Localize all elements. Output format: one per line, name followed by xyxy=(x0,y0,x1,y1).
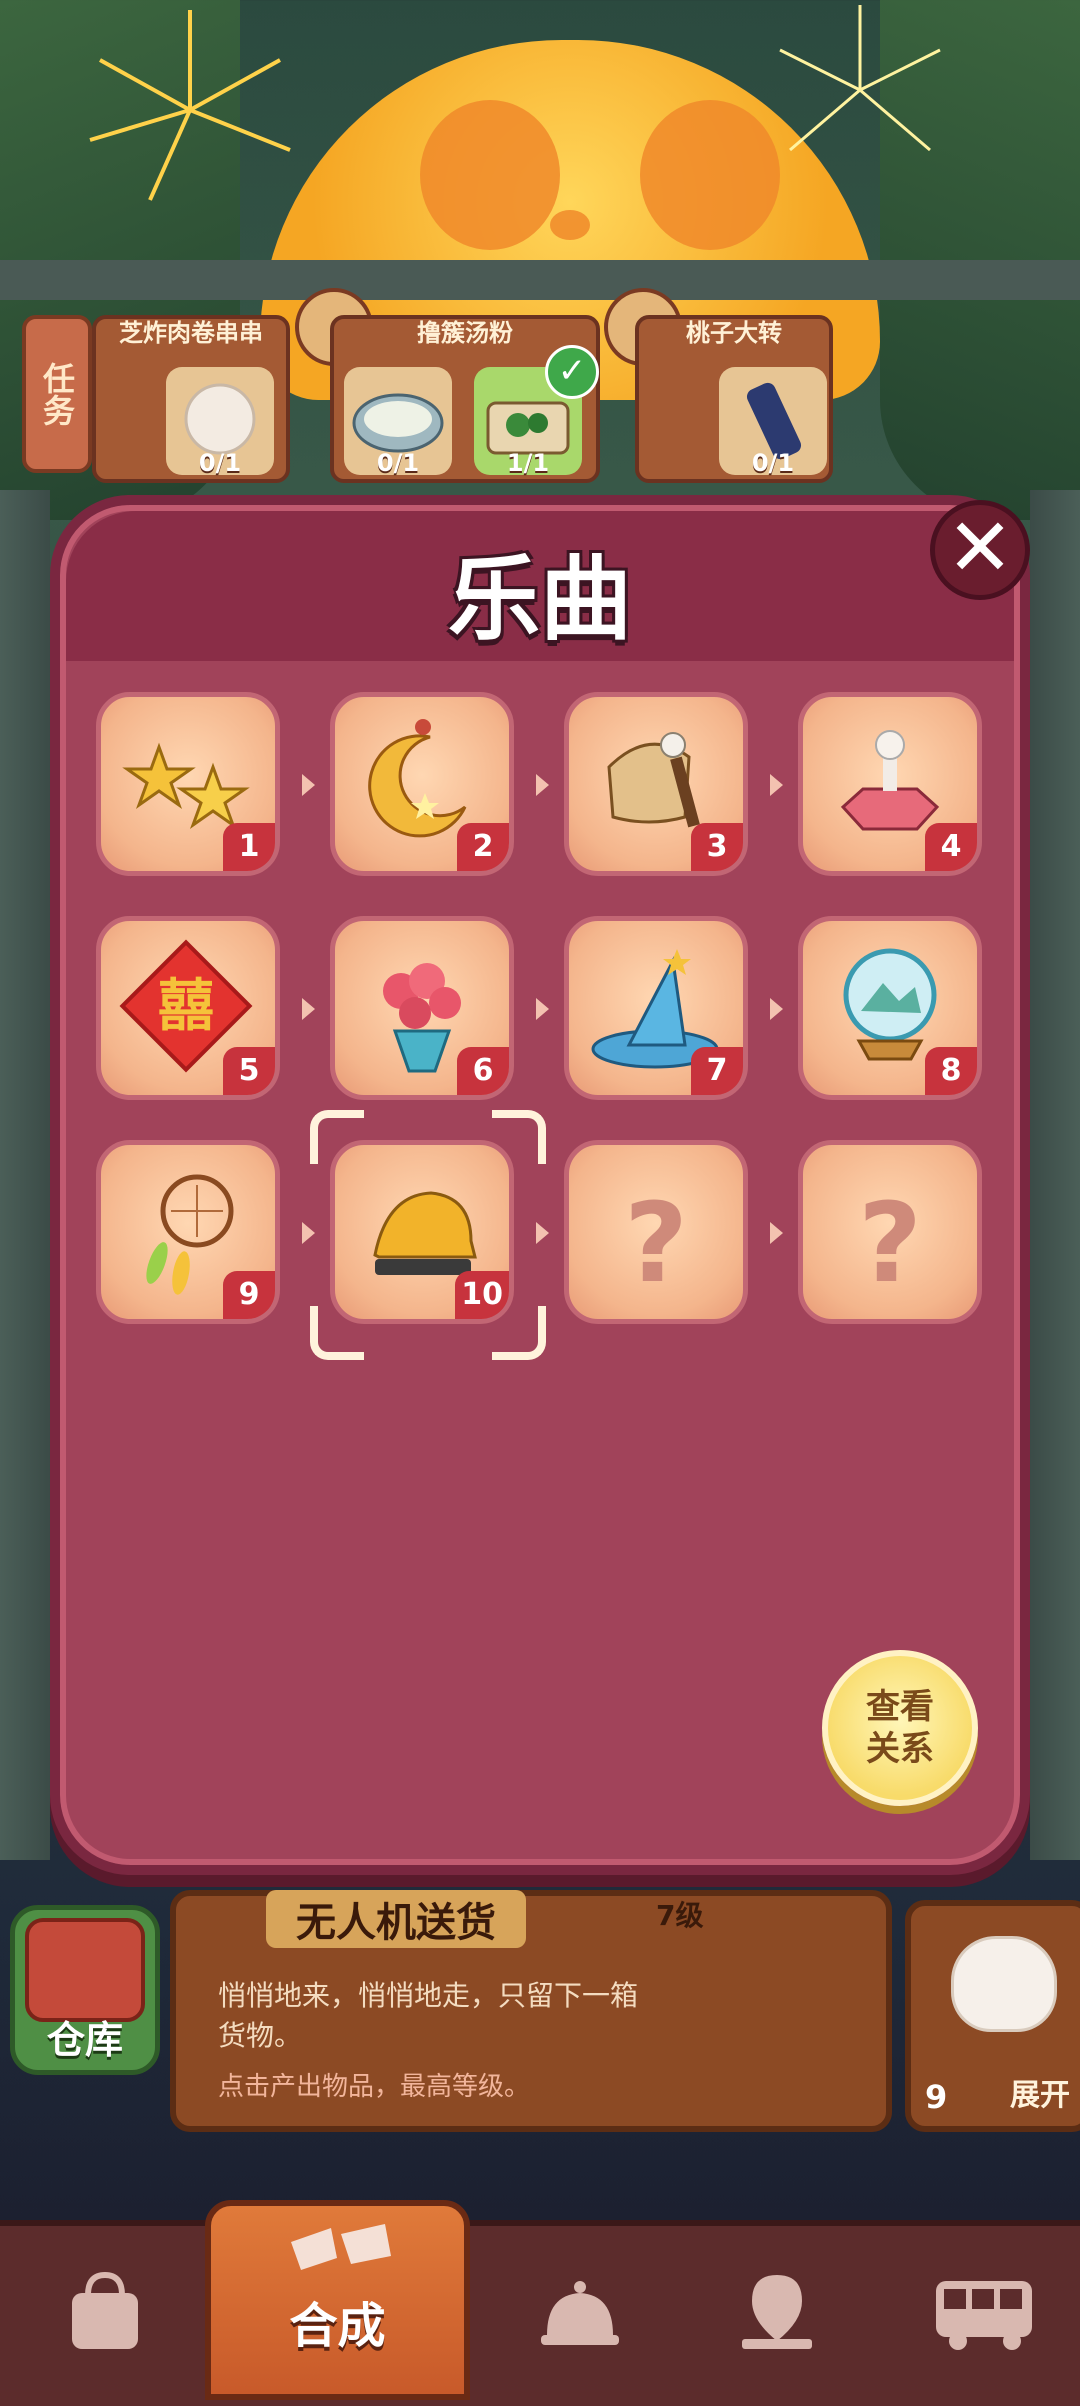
item-info-title: 无人机送货 xyxy=(266,1890,526,1948)
chain-arrow-icon xyxy=(302,1222,315,1244)
item-cell[interactable]: 6 xyxy=(330,916,514,1100)
storage-button[interactable]: 仓库 xyxy=(10,1905,160,2075)
lucky-cat-count: 9 xyxy=(925,2078,948,2116)
task-card-title: 桃子大转 xyxy=(686,319,782,347)
left-side-rack xyxy=(0,490,50,1860)
close-button[interactable]: ✕ xyxy=(930,500,1030,600)
nav-bus[interactable] xyxy=(930,2265,1040,2355)
bus-icon xyxy=(936,2281,1032,2350)
firework-icon xyxy=(89,10,291,201)
firework-icon xyxy=(779,5,941,152)
view-relations-button[interactable]: 查看关系 xyxy=(822,1650,978,1806)
item-info-level: 7级 xyxy=(656,1899,704,1932)
selection-corner xyxy=(310,1110,364,1164)
item-cell-selected[interactable]: 10 xyxy=(330,1140,514,1324)
right-side-rack xyxy=(1030,490,1080,1860)
item-cell[interactable]: 4 xyxy=(798,692,982,876)
item-info-panel: 无人机送货 7级 悄悄地来，悄悄地走，只留下一箱货物。 点击产出物品，最高等级。 xyxy=(170,1890,892,2132)
chain-arrow-icon xyxy=(536,774,549,796)
task-card[interactable]: 桃子大转 0/1 xyxy=(635,315,833,483)
modal-title: 乐曲 xyxy=(447,546,632,653)
merge-icon xyxy=(291,2224,391,2270)
chain-arrow-icon xyxy=(770,1222,783,1244)
task-slot-count: 0/1 xyxy=(751,449,795,477)
svg-text:囍: 囍 xyxy=(158,974,214,1039)
storage-box-icon xyxy=(25,1918,145,2022)
wall-decoration xyxy=(0,260,1080,300)
item-cell[interactable]: 8 xyxy=(798,916,982,1100)
selection-corner xyxy=(310,1306,364,1360)
lucky-cat-icon xyxy=(951,1936,1057,2032)
unknown-icon: ? xyxy=(858,1179,922,1307)
task-slot: 0/1 xyxy=(719,367,827,477)
task-card-title: 撸簇汤粉 xyxy=(417,319,513,347)
bell-icon xyxy=(541,2281,619,2345)
task-slot-count: 0/1 xyxy=(198,449,242,477)
expand-button[interactable]: 展开 xyxy=(1010,2070,1070,2114)
chain-arrow-icon xyxy=(770,998,783,1020)
chain-arrow-icon xyxy=(302,998,315,1020)
task-tab-label: 任务 xyxy=(38,362,76,426)
nav-merge[interactable]: 合成 xyxy=(205,2200,470,2400)
storage-label: 仓库 xyxy=(46,2018,123,2062)
unknown-icon: ? xyxy=(624,1179,688,1307)
check-icon: ✓ xyxy=(545,345,599,399)
bag-icon xyxy=(72,2271,138,2349)
chain-arrow-icon xyxy=(536,1222,549,1244)
item-cell[interactable]: 2 xyxy=(330,692,514,876)
view-relations-label: 查看关系 xyxy=(866,1687,934,1769)
task-card[interactable]: 撸簇汤粉 0/1 1/1 xyxy=(330,315,600,483)
nav-map[interactable] xyxy=(732,2265,822,2355)
task-slot: 0/1 xyxy=(166,367,274,477)
task-slot: 0/1 xyxy=(344,367,452,477)
lucky-cat-panel[interactable]: 9 展开 xyxy=(905,1900,1080,2132)
item-cell-locked[interactable]: ? xyxy=(798,1140,982,1324)
item-info-hint: 点击产出物品，最高等级。 xyxy=(218,2072,531,2102)
item-cell[interactable]: 1 xyxy=(96,692,280,876)
item-cell[interactable]: 囍 5 xyxy=(96,916,280,1100)
task-card-title: 芝炸肉卷串串 xyxy=(119,319,263,347)
nav-merge-label: 合成 xyxy=(289,2298,386,2354)
task-tab[interactable]: 任务 xyxy=(22,315,92,473)
nav-service[interactable] xyxy=(535,2265,625,2355)
map-pin-icon xyxy=(742,2275,812,2349)
task-slot-count: 0/1 xyxy=(376,449,420,477)
item-info-description: 悄悄地来，悄悄地走，只留下一箱货物。 xyxy=(218,1979,639,2052)
selection-corner xyxy=(492,1110,546,1164)
item-cell[interactable]: 3 xyxy=(564,692,748,876)
chain-arrow-icon xyxy=(302,774,315,796)
item-cell-locked[interactable]: ? xyxy=(564,1140,748,1324)
item-cell[interactable]: 7 xyxy=(564,916,748,1100)
task-slot-count: 1/1 xyxy=(506,449,550,477)
chain-arrow-icon xyxy=(536,998,549,1020)
nav-bag[interactable] xyxy=(60,2265,150,2355)
task-card[interactable]: 芝炸肉卷串串 0/1 xyxy=(92,315,290,483)
item-cell[interactable]: 9 xyxy=(96,1140,280,1324)
chain-arrow-icon xyxy=(770,774,783,796)
selection-corner xyxy=(492,1306,546,1360)
